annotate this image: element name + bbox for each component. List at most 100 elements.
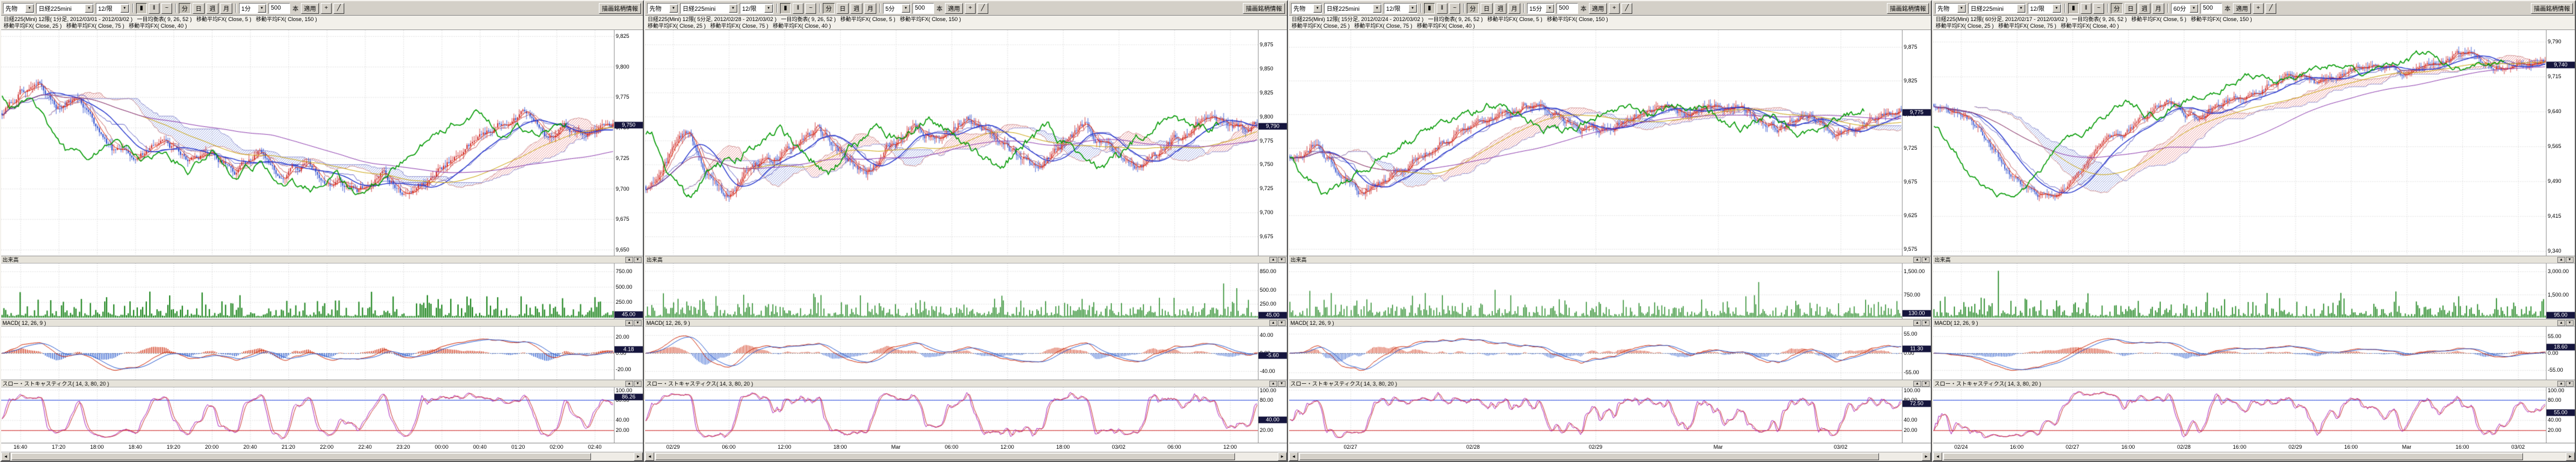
period-month-button[interactable]: 月 (864, 3, 876, 14)
collapse-up-button[interactable]: ▲ (2557, 381, 2565, 387)
bar-count-input[interactable]: 500 (2200, 3, 2222, 14)
period-month-button[interactable]: 月 (220, 3, 232, 14)
trendline-button[interactable]: ╱ (2265, 3, 2276, 14)
collapse-down-button[interactable]: ▼ (1922, 381, 1930, 387)
period-week-button[interactable]: 週 (206, 3, 218, 14)
instrument-category-select[interactable]: 先物 ▼ (3, 3, 34, 14)
symbol-info-button[interactable]: 描画銘柄情報 (1887, 3, 1929, 14)
collapse-up-button[interactable]: ▲ (1269, 320, 1277, 326)
bar-count-input[interactable]: 500 (1556, 3, 1578, 14)
interval-select[interactable]: 1分 ▼ (239, 3, 267, 14)
interval-select[interactable]: 60分 ▼ (2171, 3, 2199, 14)
interval-select[interactable]: 15分 ▼ (1527, 3, 1555, 14)
symbol-select[interactable]: 日経225mini ▼ (1968, 3, 2026, 14)
scrollbar-track[interactable] (1298, 452, 1922, 461)
collapse-up-button[interactable]: ▲ (625, 381, 633, 387)
period-minute-button[interactable]: 分 (823, 3, 835, 14)
period-week-button[interactable]: 週 (1494, 3, 1506, 14)
contract-month-select[interactable]: 12/限 ▼ (740, 3, 773, 14)
collapse-up-button[interactable]: ▲ (625, 257, 633, 263)
scrollbar-track[interactable] (1942, 452, 2566, 461)
period-day-button[interactable]: 日 (1481, 3, 1493, 14)
symbol-info-button[interactable]: 描画銘柄情報 (1243, 3, 1285, 14)
contract-month-select[interactable]: 12/限 ▼ (96, 3, 129, 14)
collapse-up-button[interactable]: ▲ (1269, 257, 1277, 263)
trendline-button[interactable]: ╱ (1621, 3, 1632, 14)
crosshair-button[interactable]: + (1609, 3, 1620, 14)
contract-month-select[interactable]: 12/限 ▼ (2028, 3, 2061, 14)
line-type-button[interactable]: ~ (1449, 3, 1460, 14)
scroll-right-button[interactable]: ► (1922, 452, 1931, 461)
scroll-left-button[interactable]: ◄ (645, 452, 654, 461)
scroll-right-button[interactable]: ► (634, 452, 643, 461)
macd-chart-canvas[interactable] (1933, 327, 2546, 380)
bar-count-input[interactable]: 500 (912, 3, 934, 14)
collapse-down-button[interactable]: ▼ (1922, 320, 1930, 326)
crosshair-button[interactable]: + (965, 3, 976, 14)
stochastics-chart-canvas[interactable] (1933, 387, 2546, 443)
period-minute-button[interactable]: 分 (1467, 3, 1479, 14)
stochastics-chart-canvas[interactable] (645, 387, 1258, 443)
period-month-button[interactable]: 月 (2152, 3, 2164, 14)
collapse-down-button[interactable]: ▼ (2566, 381, 2574, 387)
instrument-category-select[interactable]: 先物 ▼ (647, 3, 678, 14)
scrollbar-track[interactable] (654, 452, 1278, 461)
scroll-right-button[interactable]: ► (2566, 452, 2575, 461)
collapse-up-button[interactable]: ▲ (2557, 257, 2565, 263)
scrollbar-track[interactable] (10, 452, 634, 461)
contract-month-select[interactable]: 12/限 ▼ (1384, 3, 1417, 14)
candlestick-type-button[interactable]: ▮ (2068, 3, 2079, 14)
scrollbar-thumb[interactable] (11, 453, 591, 460)
collapse-up-button[interactable]: ▲ (1913, 257, 1921, 263)
period-minute-button[interactable]: 分 (2111, 3, 2123, 14)
candlestick-type-button[interactable]: ▮ (1424, 3, 1435, 14)
apply-button[interactable]: 適用 (1589, 3, 1607, 14)
scroll-left-button[interactable]: ◄ (1289, 452, 1298, 461)
line-type-button[interactable]: ~ (2093, 3, 2104, 14)
scrollbar-thumb[interactable] (1299, 453, 1879, 460)
collapse-up-button[interactable]: ▲ (625, 320, 633, 326)
trendline-button[interactable]: ╱ (977, 3, 988, 14)
volume-chart-canvas[interactable] (1933, 263, 2546, 319)
symbol-select[interactable]: 日経225mini ▼ (1324, 3, 1382, 14)
collapse-down-button[interactable]: ▼ (2566, 257, 2574, 263)
candlestick-type-button[interactable]: ▮ (136, 3, 147, 14)
collapse-down-button[interactable]: ▼ (1278, 381, 1286, 387)
symbol-select[interactable]: 日経225mini ▼ (680, 3, 738, 14)
collapse-up-button[interactable]: ▲ (1913, 381, 1921, 387)
period-month-button[interactable]: 月 (1508, 3, 1520, 14)
volume-chart-canvas[interactable] (645, 263, 1258, 319)
collapse-down-button[interactable]: ▼ (1278, 257, 1286, 263)
ohlc-bar-type-button[interactable]: ‖ (149, 3, 159, 14)
ohlc-bar-type-button[interactable]: ‖ (2081, 3, 2091, 14)
collapse-down-button[interactable]: ▼ (1278, 320, 1286, 326)
volume-chart-canvas[interactable] (1289, 263, 1902, 319)
scrollbar-thumb[interactable] (655, 453, 1235, 460)
period-day-button[interactable]: 日 (193, 3, 205, 14)
ohlc-bar-type-button[interactable]: ‖ (793, 3, 803, 14)
symbol-info-button[interactable]: 描画銘柄情報 (599, 3, 641, 14)
scroll-right-button[interactable]: ► (1278, 452, 1287, 461)
scroll-left-button[interactable]: ◄ (1933, 452, 1942, 461)
scrollbar-thumb[interactable] (1943, 453, 2523, 460)
ohlc-bar-type-button[interactable]: ‖ (1437, 3, 1447, 14)
collapse-down-button[interactable]: ▼ (2566, 320, 2574, 326)
macd-chart-canvas[interactable] (645, 327, 1258, 380)
stochastics-chart-canvas[interactable] (1, 387, 614, 443)
apply-button[interactable]: 適用 (945, 3, 963, 14)
collapse-down-button[interactable]: ▼ (1922, 257, 1930, 263)
period-minute-button[interactable]: 分 (179, 3, 191, 14)
trendline-button[interactable]: ╱ (333, 3, 344, 14)
symbol-select[interactable]: 日経225mini ▼ (36, 3, 94, 14)
collapse-up-button[interactable]: ▲ (2557, 320, 2565, 326)
period-week-button[interactable]: 週 (850, 3, 862, 14)
main-chart-canvas[interactable] (1, 30, 614, 256)
stochastics-chart-canvas[interactable] (1289, 387, 1902, 443)
crosshair-button[interactable]: + (2253, 3, 2264, 14)
collapse-up-button[interactable]: ▲ (1269, 381, 1277, 387)
period-week-button[interactable]: 週 (2138, 3, 2150, 14)
main-chart-canvas[interactable] (1933, 30, 2546, 256)
collapse-down-button[interactable]: ▼ (634, 257, 642, 263)
macd-chart-canvas[interactable] (1, 327, 614, 380)
instrument-category-select[interactable]: 先物 ▼ (1935, 3, 1966, 14)
